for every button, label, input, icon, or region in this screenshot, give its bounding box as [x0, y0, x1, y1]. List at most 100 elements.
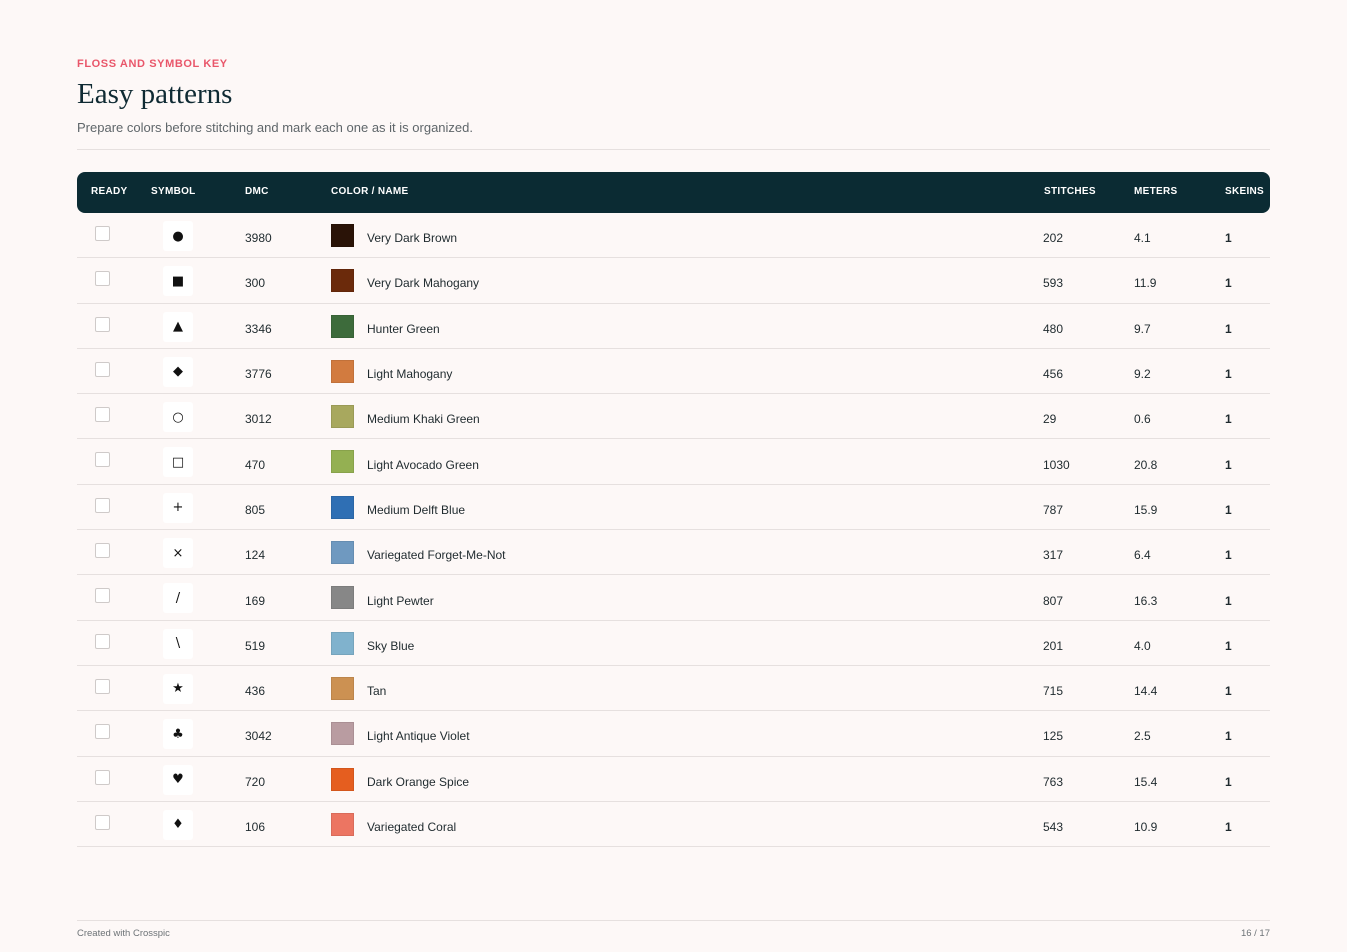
eyebrow-label: FLOSS AND SYMBOL KEY — [77, 58, 228, 70]
color-swatch — [331, 359, 354, 383]
skeins-value: 1 — [1225, 820, 1232, 834]
header-skeins: SKEINS — [1225, 186, 1265, 197]
color-name: Sky Blue — [367, 638, 415, 653]
ready-checkbox[interactable] — [95, 452, 110, 468]
skeins-value: 1 — [1225, 457, 1232, 472]
color-swatch — [331, 224, 354, 247]
small-diamond-icon: ♦ — [163, 809, 193, 840]
meters-value: 0.6 — [1134, 412, 1151, 427]
table-row: ★ 436 Tan 715 14.4 1 — [77, 666, 1270, 712]
color-name: Light Mahogany — [367, 367, 453, 382]
stitch-count: 201 — [1043, 638, 1064, 653]
stitch-count: 787 — [1043, 502, 1064, 517]
dmc-number: 106 — [245, 820, 266, 834]
meters-value: 15.9 — [1134, 502, 1158, 517]
ready-checkbox[interactable] — [95, 588, 110, 604]
ready-checkbox[interactable] — [95, 769, 110, 785]
color-name: Variegated Coral — [367, 820, 457, 834]
meters-value: 9.2 — [1134, 367, 1151, 382]
ready-checkbox[interactable] — [95, 226, 110, 241]
heart-icon: ♥ — [163, 764, 193, 795]
filled-square-icon: ■ — [163, 266, 193, 297]
table-row: \ 519 Sky Blue 201 4.0 1 — [77, 621, 1270, 666]
table-header: READY SYMBOL DMC COLOR / NAME STITCHES M… — [77, 172, 1270, 213]
meters-value: 14.4 — [1134, 684, 1158, 699]
color-swatch — [331, 631, 354, 655]
dmc-number: 805 — [245, 502, 266, 517]
color-name: Medium Delft Blue — [367, 502, 466, 517]
meters-value: 6.4 — [1134, 548, 1151, 563]
floss-table: READY SYMBOL DMC COLOR / NAME STITCHES M… — [77, 172, 1270, 848]
stitch-count: 763 — [1043, 774, 1064, 789]
table-body: ● 3980 Very Dark Brown 202 4.1 1 ■ 300 V… — [77, 213, 1270, 848]
meters-value: 4.1 — [1134, 231, 1151, 246]
dmc-number: 436 — [245, 684, 266, 699]
table-row: ● 3980 Very Dark Brown 202 4.1 1 — [77, 213, 1270, 259]
skeins-value: 1 — [1225, 412, 1232, 427]
color-name: Variegated Forget-Me-Not — [367, 548, 506, 563]
color-name: Medium Khaki Green — [367, 412, 480, 427]
meters-value: 2.5 — [1134, 729, 1151, 744]
color-swatch — [331, 314, 354, 338]
skeins-value: 1 — [1225, 729, 1232, 744]
ready-checkbox[interactable] — [95, 497, 110, 513]
ready-checkbox[interactable] — [95, 633, 110, 649]
meters-value: 15.4 — [1134, 774, 1158, 789]
ready-checkbox[interactable] — [95, 678, 110, 694]
dmc-number: 470 — [245, 457, 266, 472]
page-title: Easy patterns — [77, 78, 233, 110]
table-row: / 169 Light Pewter 807 16.3 1 — [77, 575, 1270, 621]
ready-checkbox[interactable] — [95, 543, 110, 559]
meters-value: 9.7 — [1134, 321, 1151, 336]
color-swatch — [331, 676, 354, 700]
ready-checkbox[interactable] — [95, 361, 110, 377]
header-symbol: SYMBOL — [151, 186, 196, 197]
ready-checkbox[interactable] — [95, 271, 110, 287]
dmc-number: 3042 — [245, 729, 272, 744]
table-row: ○ 3012 Medium Khaki Green 29 0.6 1 — [77, 394, 1270, 440]
color-swatch — [331, 269, 354, 293]
ready-checkbox[interactable] — [95, 814, 110, 830]
ready-checkbox[interactable] — [95, 407, 110, 423]
color-name: Very Dark Brown — [367, 231, 458, 246]
table-row: ♥ 720 Dark Orange Spice 763 15.4 1 — [77, 757, 1270, 802]
stitch-count: 202 — [1043, 231, 1064, 246]
dmc-number: 3012 — [245, 412, 272, 427]
footer-divider — [77, 920, 1270, 921]
dmc-number: 720 — [245, 774, 266, 789]
meters-value: 10.9 — [1134, 820, 1158, 834]
header-ready: READY — [91, 186, 128, 197]
hollow-square-icon: □ — [163, 447, 193, 478]
filled-diamond-icon: ◆ — [163, 356, 193, 387]
table-row: ▲ 3346 Hunter Green 480 9.7 1 — [77, 304, 1270, 349]
stitch-count: 593 — [1043, 276, 1064, 291]
backslash-icon: \ — [163, 628, 193, 659]
ready-checkbox[interactable] — [95, 724, 110, 740]
table-row: × 124 Variegated Forget-Me-Not 317 6.4 1 — [77, 530, 1270, 576]
dmc-number: 169 — [245, 593, 266, 608]
skeins-value: 1 — [1225, 231, 1232, 246]
stitch-count: 29 — [1043, 412, 1057, 427]
color-swatch — [331, 812, 354, 836]
color-name: Tan — [367, 684, 387, 699]
meters-value: 11.9 — [1134, 276, 1157, 291]
skeins-value: 1 — [1225, 502, 1232, 517]
dmc-number: 3346 — [245, 321, 272, 336]
color-swatch — [331, 405, 354, 429]
skeins-value: 1 — [1225, 548, 1232, 563]
header-divider — [77, 149, 1270, 150]
meters-value: 20.8 — [1134, 457, 1158, 472]
dmc-number: 124 — [245, 548, 266, 563]
color-swatch — [331, 586, 354, 610]
dmc-number: 300 — [245, 276, 266, 291]
stitch-count: 317 — [1043, 548, 1064, 563]
header-color-name: COLOR / NAME — [331, 186, 409, 197]
skeins-value: 1 — [1225, 367, 1232, 382]
header-dmc: DMC — [245, 186, 269, 197]
dmc-number: 3980 — [245, 231, 272, 246]
dmc-number: 3776 — [245, 367, 272, 382]
color-name: Light Avocado Green — [367, 457, 479, 472]
skeins-value: 1 — [1225, 276, 1232, 291]
club-icon: ♣ — [163, 719, 193, 750]
ready-checkbox[interactable] — [95, 316, 110, 332]
